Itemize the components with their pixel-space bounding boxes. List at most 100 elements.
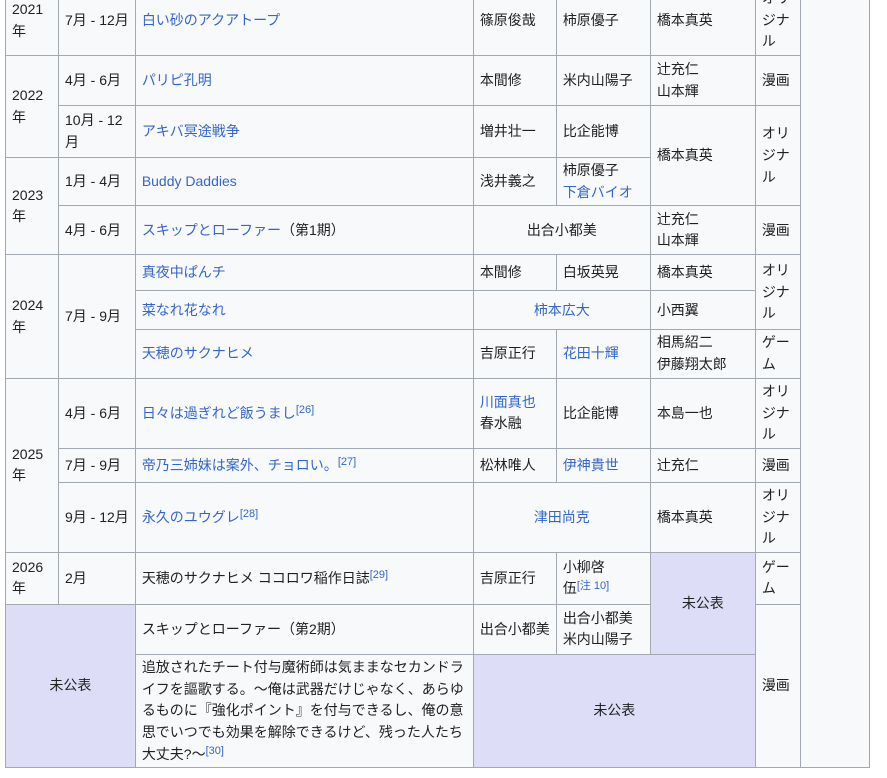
year-cell: 2024年 xyxy=(6,255,59,378)
title-link[interactable]: 天穂のサクナヒメ xyxy=(142,345,254,361)
category-cell: オリジナル xyxy=(755,255,800,330)
ref-link[interactable]: [29] xyxy=(370,569,388,581)
director-link[interactable]: 川面真也 xyxy=(480,394,536,410)
director-cell: 篠原俊哉 xyxy=(473,0,556,56)
table-row: 2022年 4月 - 6月 パリピ孔明 本間修 米内山陽子 辻充仁山本輝 漫画 xyxy=(6,56,870,106)
combined-staff-link[interactable]: 柿本広大 xyxy=(534,302,590,318)
writer-link[interactable]: 伊神貴世 xyxy=(563,457,619,473)
category-cell: ゲーム xyxy=(755,330,800,378)
title-link[interactable]: Buddy Daddies xyxy=(142,173,237,189)
table-row: 2024年 7月 - 9月 真夜中ぱんチ 本間修 白坂英晃 橋本真英 オリジナル xyxy=(6,255,870,291)
staff-cell: 橋本真英 xyxy=(650,482,755,552)
combined-staff-cell: 柿本広大 xyxy=(473,291,650,330)
staff-cell: 辻充仁山本輝 xyxy=(650,56,755,106)
staff-cell: 小西翼 xyxy=(650,291,755,330)
period-cell: 7月 - 9月 xyxy=(59,448,136,482)
category-cell: 漫画 xyxy=(755,206,800,255)
writer-cell: 柿原優子 xyxy=(556,0,650,56)
category-cell: 漫画 xyxy=(755,448,800,482)
title-link[interactable]: 永久のユウグレ xyxy=(142,509,240,525)
year-cell: 2025年 xyxy=(6,378,59,552)
director-cell: 本間修 xyxy=(473,255,556,291)
title-link[interactable]: アキバ冥途戦争 xyxy=(142,123,240,139)
title-cell: 天穂のサクナヒメ ココロワ稲作日誌[29] xyxy=(135,552,473,604)
writer-link[interactable]: 下倉バイオ xyxy=(563,184,633,200)
ref-link[interactable]: [26] xyxy=(296,404,314,416)
director-cell: 吉原正行 xyxy=(473,330,556,378)
table-row: 9月 - 12月 永久のユウグレ[28] 津田尚克 橋本真英 オリジナル xyxy=(6,482,870,552)
director-cell: 増井壮一 xyxy=(473,106,556,158)
title-cell: アキバ冥途戦争 xyxy=(135,106,473,158)
title-cell: 天穂のサクナヒメ xyxy=(135,330,473,378)
table-row: 2026年 2月 天穂のサクナヒメ ココロワ稲作日誌[29] 吉原正行 小柳啓伍… xyxy=(6,552,870,604)
year-cell: 2022年 xyxy=(6,56,59,158)
ref-link[interactable]: [28] xyxy=(240,508,258,520)
title-cell: 真夜中ぱんチ xyxy=(135,255,473,291)
title-text: スキップとローファー（第2期） xyxy=(142,621,345,637)
writer-name: 柿原優子 xyxy=(563,162,619,178)
director-cell: 吉原正行 xyxy=(473,552,556,604)
title-cell: パリピ孔明 xyxy=(135,56,473,106)
title-link[interactable]: 帝乃三姉妹は案外、チョロい。 xyxy=(142,457,338,473)
wikitable-container: 2021年 7月 - 12月 白い砂のアクアトープ 篠原俊哉 柿原優子 橋本真英… xyxy=(5,0,870,768)
table-row: 追放されたチート付与魔術師は気ままなセカンドライフを謳歌する。〜俺は武器だけじゃ… xyxy=(6,654,870,767)
title-cell: 帝乃三姉妹は案外、チョロい。[27] xyxy=(135,448,473,482)
note-ref-link[interactable]: [注 10] xyxy=(577,580,609,592)
director-cell: 出合小都美 xyxy=(473,604,556,654)
title-link[interactable]: パリピ孔明 xyxy=(142,72,212,88)
table-row: 天穂のサクナヒメ 吉原正行 花田十輝 相馬紹二伊藤翔太郎 ゲーム xyxy=(6,330,870,378)
table-row: 4月 - 6月 スキップとローファー（第1期） 出合小都美 辻充仁山本輝 漫画 xyxy=(6,206,870,255)
period-cell: 4月 - 6月 xyxy=(59,378,136,448)
ref-link[interactable]: [27] xyxy=(338,456,356,468)
title-cell: スキップとローファー（第1期） xyxy=(135,206,473,255)
year-cell: 2023年 xyxy=(6,158,59,255)
writer-cell: 小柳啓伍[注 10] xyxy=(556,552,650,604)
writer-cell: 花田十輝 xyxy=(556,330,650,378)
year-unannounced-cell: 未公表 xyxy=(6,604,136,767)
period-cell: 10月 - 12月 xyxy=(59,106,136,158)
period-cell: 2月 xyxy=(59,552,136,604)
writer-link[interactable]: 花田十輝 xyxy=(563,345,619,361)
staff-cell: 相馬紹二伊藤翔太郎 xyxy=(650,330,755,378)
staff-cell: 辻充仁山本輝 xyxy=(650,206,755,255)
category-cell: ゲーム xyxy=(755,552,800,604)
writer-cell: 比企能博 xyxy=(556,378,650,448)
table-row: 10月 - 12月 アキバ冥途戦争 増井壮一 比企能博 橋本真英 オリジナル xyxy=(6,106,870,158)
period-cell: 4月 - 6月 xyxy=(59,206,136,255)
title-link[interactable]: スキップとローファー xyxy=(142,222,281,238)
title-cell: Buddy Daddies xyxy=(135,158,473,206)
title-cell: 追放されたチート付与魔術師は気ままなセカンドライフを謳歌する。〜俺は武器だけじゃ… xyxy=(135,654,473,767)
year-cell: 2026年 xyxy=(6,552,59,604)
anime-series-table: 2021年 7月 - 12月 白い砂のアクアトープ 篠原俊哉 柿原優子 橋本真英… xyxy=(5,0,870,768)
staff-cell: 橋本真英 xyxy=(650,255,755,291)
title-cell: 日々は過ぎれど飯うまし[26] xyxy=(135,378,473,448)
period-cell: 7月 - 12月 xyxy=(59,0,136,56)
director-cell: 本間修 xyxy=(473,56,556,106)
writer-cell: 柿原優子下倉バイオ xyxy=(556,158,650,206)
table-row: 2025年 4月 - 6月 日々は過ぎれど飯うまし[26] 川面真也春水融 比企… xyxy=(6,378,870,448)
table-row: 菜なれ花なれ 柿本広大 小西翼 xyxy=(6,291,870,330)
category-cell: オリジナル xyxy=(755,378,800,448)
combined-staff-link[interactable]: 津田尚克 xyxy=(534,509,590,525)
ref-link[interactable]: [30] xyxy=(206,745,224,757)
title-cell: 永久のユウグレ[28] xyxy=(135,482,473,552)
writer-cell: 出合小都美米内山陽子 xyxy=(556,604,650,654)
writer-cell: 米内山陽子 xyxy=(556,56,650,106)
director-cell: 川面真也春水融 xyxy=(473,378,556,448)
category-cell: オリジナル xyxy=(755,106,800,206)
title-text: 追放されたチート付与魔術師は気ままなセカンドライフを謳歌する。〜俺は武器だけじゃ… xyxy=(142,659,464,762)
director-cell: 松林唯人 xyxy=(473,448,556,482)
title-text: 天穂のサクナヒメ ココロワ稲作日誌 xyxy=(142,570,370,586)
table-row: 2021年 7月 - 12月 白い砂のアクアトープ 篠原俊哉 柿原優子 橋本真英… xyxy=(6,0,870,56)
staff-unannounced-cell: 未公表 xyxy=(473,654,755,767)
title-suffix: （第1期） xyxy=(281,222,345,238)
title-link[interactable]: 白い砂のアクアトープ xyxy=(142,12,280,28)
category-cell: オリジナル xyxy=(755,482,800,552)
title-link[interactable]: 日々は過ぎれど飯うまし xyxy=(142,405,296,421)
title-link[interactable]: 真夜中ぱんチ xyxy=(142,264,226,280)
writer-cell: 白坂英晃 xyxy=(556,255,650,291)
period-cell: 4月 - 6月 xyxy=(59,56,136,106)
category-cell: 漫画 xyxy=(755,56,800,106)
title-link[interactable]: 菜なれ花なれ xyxy=(142,302,226,318)
table-row: 7月 - 9月 帝乃三姉妹は案外、チョロい。[27] 松林唯人 伊神貴世 辻充仁… xyxy=(6,448,870,482)
